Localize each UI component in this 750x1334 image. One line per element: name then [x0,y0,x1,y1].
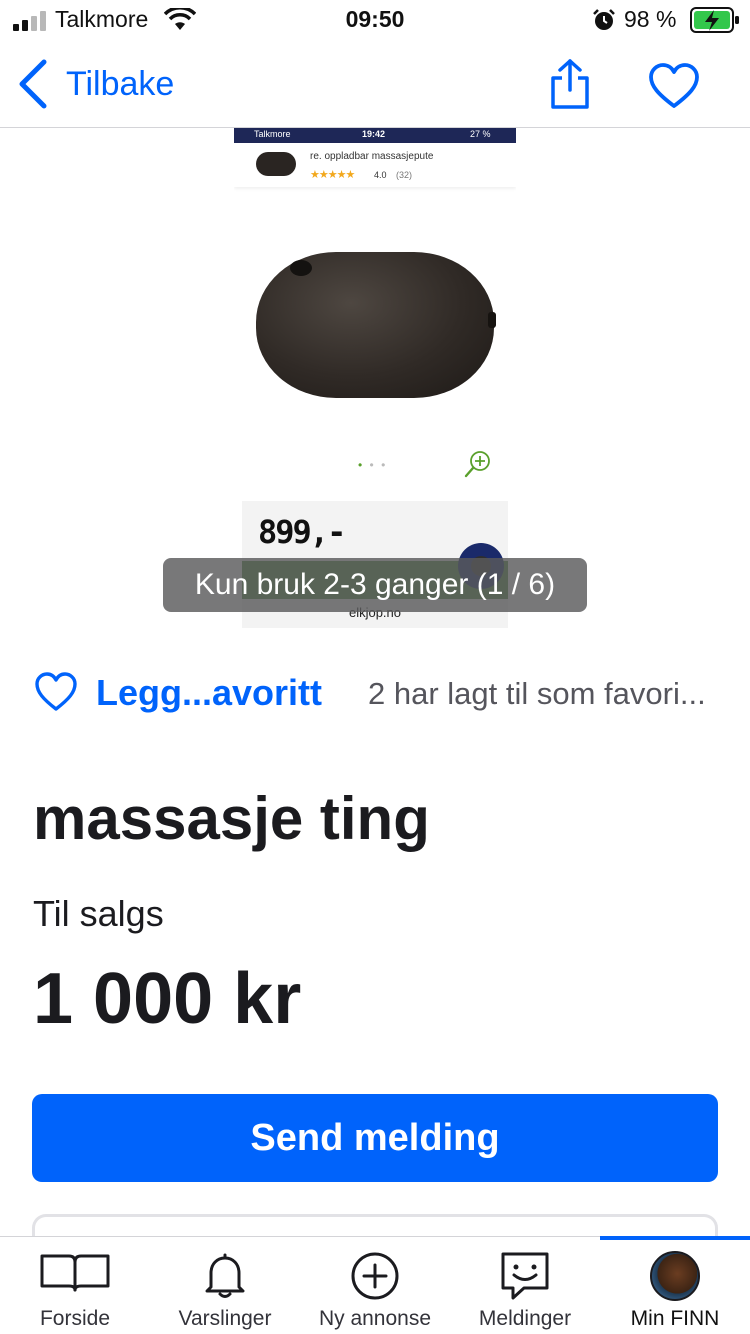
zoom-in-icon [464,451,490,478]
chat-icon [501,1252,549,1300]
tab-forside[interactable]: Forside [0,1237,150,1334]
image-caption: Kun bruk 2-3 ganger (1 / 6) [163,558,587,612]
tab-bar: Forside Varslinger Ny annonse Meldinger … [0,1236,750,1334]
tab-varslinger[interactable]: Varslinger [150,1237,300,1334]
navigation-bar: Tilbake [0,42,750,128]
tab-label: Min FINN [630,1307,720,1330]
image-gallery[interactable]: Talkmore 19:42 27 % re. oppladbar massas… [0,128,750,628]
back-button[interactable]: Tilbake [16,56,174,112]
massage-pillow-image [256,252,494,398]
favorite-row: Legg...avoritt 2 har lagt til som favori… [34,668,734,724]
photo-product-title: re. oppladbar massasjepute [310,151,434,162]
photo-price: 899,- [258,513,346,551]
tab-min-finn[interactable]: Min FINN [600,1237,750,1334]
alarm-icon [593,9,615,30]
status-bar: Talkmore 09:50 98 % [0,0,750,42]
chevron-left-icon [19,59,47,109]
photo-carrier: Talkmore [254,129,291,139]
photo-time: 19:42 [362,129,386,139]
bell-icon [205,1253,245,1298]
tab-ny-annonse[interactable]: Ny annonse [300,1237,450,1334]
tab-label: Varslinger [178,1307,272,1330]
favorite-count: 2 har lagt til som favori... [368,676,706,711]
tab-label: Meldinger [478,1307,572,1330]
plus-circle-icon [351,1252,399,1300]
photo-status-bar: Talkmore 19:42 27 % [234,128,516,143]
ad-photo[interactable]: Talkmore 19:42 27 % re. oppladbar massas… [234,128,516,628]
ad-price: 1 000 kr [33,959,302,1039]
heart-icon[interactable] [648,62,700,110]
tab-label: Forside [39,1307,111,1330]
photo-review-count: (32) [396,170,413,180]
battery-charging-icon [690,7,739,33]
heart-icon[interactable] [34,672,78,712]
share-icon[interactable] [548,58,592,110]
pillow-button [290,260,312,276]
star-rating-icon: ★★★★★ [310,169,355,181]
add-favorite-link[interactable]: Legg...avoritt [96,672,322,714]
tab-label: Ny annonse [318,1307,432,1330]
battery-percent: 98 % [624,6,677,32]
pillow-strap [488,312,496,328]
ad-type: Til salgs [33,893,164,934]
photo-rating: 4.0 [374,170,387,180]
book-icon [40,1254,110,1292]
photo-product-thumbnail [256,152,296,176]
avatar [650,1251,700,1301]
ad-title: massasje ting [33,785,430,852]
send-message-button[interactable]: Send melding [32,1094,718,1182]
photo-page-dots: • • • [358,458,388,472]
back-label: Tilbake [66,64,175,103]
photo-product-header: re. oppladbar massasjepute ★★★★★ 4.0 (32… [234,143,516,187]
tab-meldinger[interactable]: Meldinger [450,1237,600,1334]
photo-battery: 27 % [470,129,491,139]
